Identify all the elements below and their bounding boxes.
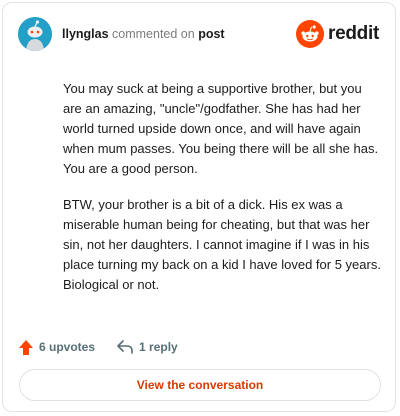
comment-body: You may suck at being a supportive broth… <box>63 79 381 311</box>
reddit-logo-icon <box>296 20 325 48</box>
brand-wordmark: reddit <box>328 23 379 44</box>
upvote-arrow-icon <box>19 339 33 355</box>
view-conversation-button[interactable]: View the conversation <box>19 369 381 401</box>
upvote-action[interactable]: 6 upvotes <box>19 339 96 355</box>
attribution-text: commented on <box>112 27 195 41</box>
post-link[interactable]: post <box>198 27 224 41</box>
comment-attribution: llynglas commented on post <box>62 27 225 41</box>
comment-paragraph: BTW, your brother is a bit of a dick. Hi… <box>63 197 381 292</box>
snoo-avatar-icon[interactable] <box>18 17 52 51</box>
reply-action[interactable]: 1 reply <box>117 340 178 354</box>
comment-footer: 6 upvotes 1 reply <box>19 337 178 357</box>
comment-header: llynglas commented on post reddit <box>18 17 379 53</box>
reply-arrow-icon <box>117 340 133 354</box>
comment-paragraph: You may suck at being a supportive broth… <box>63 81 379 176</box>
upvote-count: 6 upvotes <box>39 340 96 354</box>
reply-count: 1 reply <box>139 340 178 354</box>
username-link[interactable]: llynglas <box>62 27 109 41</box>
reddit-brand[interactable]: reddit <box>296 20 379 48</box>
embedded-comment-card: llynglas commented on post reddit You ma… <box>2 2 396 412</box>
